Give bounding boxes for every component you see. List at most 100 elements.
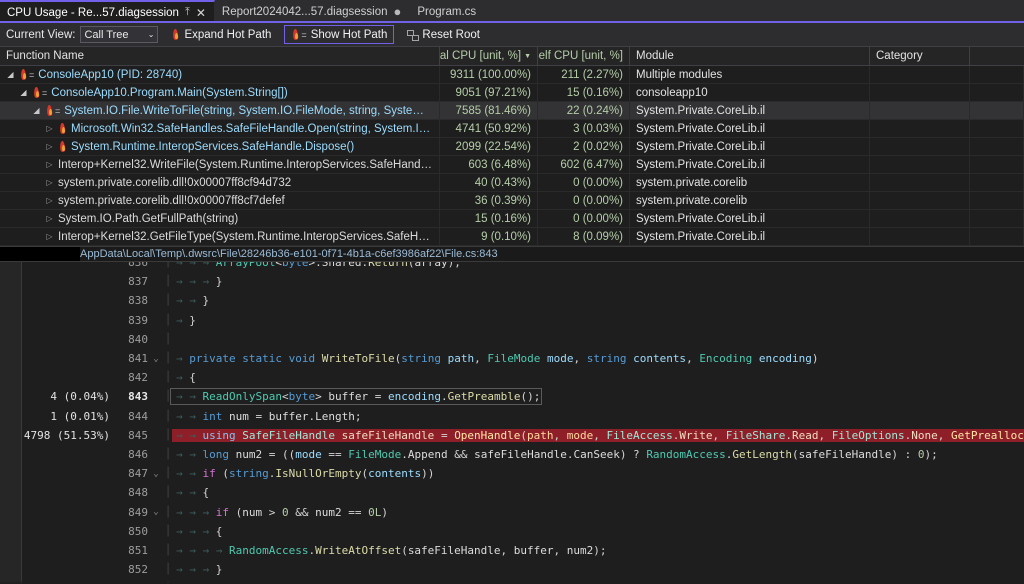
grid-body: ◢ = ConsoleApp10 (PID: 28740) 9311 (100.00%… [0,66,1024,246]
fold-toggle-icon[interactable]: ⌄ [148,469,164,479]
expand-triangle-icon[interactable]: ▷ [45,142,54,151]
code-text[interactable]: → → if (string.IsNullOrEmpty(contents)) [172,467,434,480]
function-name-text: ConsoleApp10.Program.Main(System.String[… [51,86,288,99]
code-text[interactable]: → private static void WriteToFile(string… [172,352,819,365]
expand-triangle-icon[interactable]: ▷ [45,196,54,205]
cell-filler [970,120,1024,137]
column-header-category[interactable]: Category [870,47,970,65]
cell-module: system.private.corelib [630,174,870,191]
current-view-select[interactable]: Call Tree ⌄ [80,26,159,43]
column-header-function-name[interactable]: Function Name [0,47,440,65]
line-number: 836 [128,262,148,270]
table-row[interactable]: ◢ = ConsoleApp10 (PID: 28740) 9311 (100.00%… [0,66,1024,84]
indent-guide: │ [164,525,172,537]
indent-guide: │ [164,410,172,422]
hot-path-flame-icon: = [45,105,60,116]
table-row[interactable]: ▷ system.private.corelib.dll!0x00007ff8cf… [0,192,1024,210]
column-label: Function Name [6,50,84,62]
code-text[interactable]: → → int num = buffer.Length; [172,410,362,423]
table-row[interactable]: ▷ System.Runtime.InteropServices.SafeHand… [0,138,1024,156]
reset-root-icon [407,29,420,41]
expand-triangle-icon[interactable]: ▷ [45,160,54,169]
code-text[interactable]: → } [172,314,196,327]
code-text[interactable]: → → → } [172,275,222,288]
expand-triangle-icon[interactable]: ▷ [45,214,54,223]
column-header-self-cpu[interactable]: Self CPU [unit, %] [538,47,630,65]
cell-total-cpu: 9051 (97.21%) [440,84,538,101]
table-row[interactable]: ◢ = System.IO.File.WriteToFile(string, Sys… [0,102,1024,120]
code-text[interactable]: → → → if (num > 0 && num2 == 0L) [172,506,388,519]
collapse-triangle-icon[interactable]: ◢ [19,88,28,97]
code-text[interactable]: → → → } [172,563,222,576]
collapse-triangle-icon[interactable]: ◢ [32,106,41,115]
code-text[interactable]: → → ReadOnlySpan<byte> buffer = encoding… [169,388,543,406]
expand-hot-path-label: Expand Hot Path [184,28,272,41]
cell-filler [970,66,1024,83]
cell-category [870,66,970,83]
cell-module: System.Private.CoreLib.il [630,228,870,245]
cell-self-cpu: 15 (0.16%) [538,84,630,101]
cell-module: System.Private.CoreLib.il [630,102,870,119]
tab-strip: CPU Usage - Re...57.diagsession ⤒ ✕ Repo… [0,0,1024,23]
function-name-text: System.IO.File.WriteToFile(string, Syste… [64,104,433,117]
expand-triangle-icon[interactable]: ▷ [45,232,54,241]
line-number: 848 [128,486,148,500]
cell-function-name: ▷ system.private.corelib.dll!0x00007ff8cf… [0,174,440,191]
code-text[interactable]: → → → { [172,525,222,538]
tab-cpu-usage[interactable]: CPU Usage - Re...57.diagsession ⤒ ✕ [0,0,215,23]
indent-guide: │ [164,487,172,499]
code-text[interactable]: → → } [172,294,209,307]
code-text[interactable]: → → { [172,486,209,499]
table-row[interactable]: ◢ = ConsoleApp10.Program.Main(System.Strin… [0,84,1024,102]
code-line: 838 │ → → } [0,291,1024,310]
line-number: 840 [128,332,148,346]
hot-path-flame-icon [58,141,67,152]
reset-root-button[interactable]: Reset Root [400,25,487,44]
expand-hot-path-button[interactable]: Expand Hot Path [164,25,278,44]
column-label: Module [636,50,674,62]
line-number: 839 [128,313,148,327]
table-row[interactable]: ▷ System.IO.Path.GetFullPath(string) 15 (0… [0,210,1024,228]
column-header-total-cpu[interactable]: Total CPU [unit, %] ▼ [440,47,538,65]
function-name-text: Interop+Kernel32.GetFileType(System.Runt… [58,230,433,243]
tab-program-cs[interactable]: Program.cs [410,0,486,23]
cell-self-cpu: 602 (6.47%) [538,156,630,173]
tab-report[interactable]: Report2024042...57.diagsession ● [214,0,411,23]
code-text[interactable]: → { [172,371,196,384]
cell-total-cpu: 603 (6.48%) [440,156,538,173]
source-code-pane[interactable]: 836 │ → → → ArrayPool<byte>.Shared.Return(… [0,262,1024,584]
code-line: 849 ⌄ │ → → → if (num > 0 && num2 == 0L) [0,502,1024,521]
indent-guide: │ [164,429,172,441]
source-path-bar: AppData\Local\Temp\.dwsrc\File\28246b36-… [0,246,1024,262]
table-row[interactable]: ▷ system.private.corelib.dll!0x00007ff8cf… [0,174,1024,192]
code-text[interactable]: → → long num2 = ((mode == FileMode.Appen… [172,448,938,461]
code-line: 850 │ → → → { [0,522,1024,541]
cell-category [870,138,970,155]
profiler-toolbar: Current View: Call Tree ⌄ Expand Hot Pat… [0,23,1024,47]
table-row[interactable]: ▷ Interop+Kernel32.GetFileType(System.Run… [0,228,1024,246]
code-text[interactable]: → → → ArrayPool<byte>.Shared.Return(arra… [172,262,461,269]
cell-total-cpu: 9311 (100.00%) [440,66,538,83]
table-row[interactable]: ▷ Interop+Kernel32.WriteFile(System.Runti… [0,156,1024,174]
collapse-triangle-icon[interactable]: ◢ [6,70,15,79]
cell-total-cpu: 40 (0.43%) [440,174,538,191]
pin-icon[interactable]: ⤒ [185,6,190,19]
code-text[interactable]: → → → → RandomAccess.WriteAtOffset(safeF… [172,544,607,557]
cell-self-cpu: 211 (2.27%) [538,66,630,83]
column-header-module[interactable]: Module [630,47,870,65]
indent-guide: │ [164,391,172,403]
cell-total-cpu: 2099 (22.54%) [440,138,538,155]
line-number: 850 [128,524,148,538]
code-line: 836 │ → → → ArrayPool<byte>.Shared.Return(… [0,262,1024,272]
expand-triangle-icon[interactable]: ▷ [45,178,54,187]
cell-filler [970,138,1024,155]
expand-triangle-icon[interactable]: ▷ [45,124,54,133]
code-line: 846 │ → → long num2 = ((mode == FileMode.A… [0,445,1024,464]
code-text[interactable]: → → using SafeFileHandle safeFileHandle … [172,428,1024,442]
cell-function-name: ▷ System.IO.Path.GetFullPath(string) [0,210,440,227]
fold-toggle-icon[interactable]: ⌄ [148,354,164,364]
show-hot-path-button[interactable]: = Show Hot Path [284,25,395,44]
table-row[interactable]: ▷ Microsoft.Win32.SafeHandles.SafeFileHan… [0,120,1024,138]
close-icon[interactable]: ✕ [196,7,206,19]
fold-toggle-icon[interactable]: ⌄ [148,507,164,517]
